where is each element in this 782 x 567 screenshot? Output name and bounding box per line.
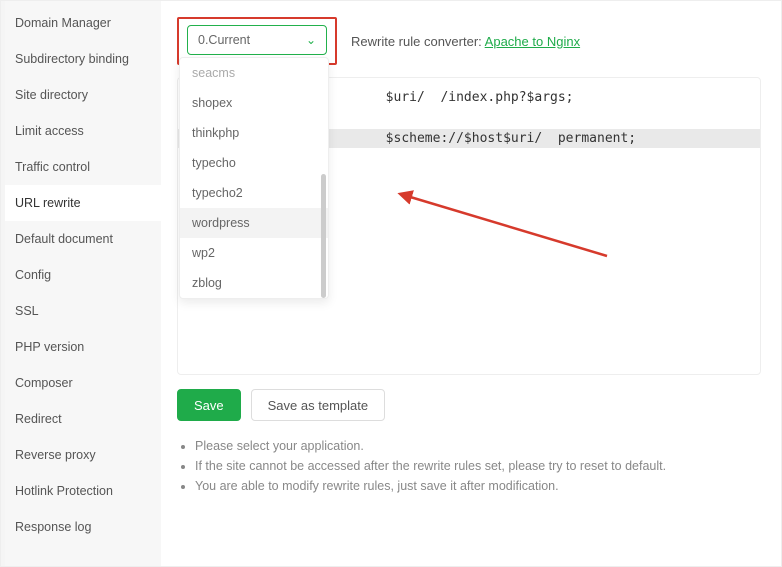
sidebar-item-ssl[interactable]: SSL [1,293,161,329]
sidebar: Domain Manager Subdirectory binding Site… [1,1,161,566]
sidebar-item-limit-access[interactable]: Limit access [1,113,161,149]
sidebar-item-hotlink-protection[interactable]: Hotlink Protection [1,473,161,509]
dropdown-item[interactable]: wp2 [180,238,328,268]
dropdown-item[interactable]: typecho [180,148,328,178]
dropdown-item[interactable]: zblog [180,268,328,298]
dropdown-item[interactable]: seacms [180,58,328,88]
sidebar-item-response-log[interactable]: Response log [1,509,161,545]
dropdown-item[interactable]: shopex [180,88,328,118]
sidebar-item-default-document[interactable]: Default document [1,221,161,257]
sidebar-item-subdirectory-binding[interactable]: Subdirectory binding [1,41,161,77]
notes: Please select your application. If the s… [177,439,761,493]
sidebar-item-traffic-control[interactable]: Traffic control [1,149,161,185]
apache-to-nginx-link[interactable]: Apache to Nginx [485,34,580,49]
template-dropdown: seacms shopex thinkphp typecho typecho2 … [179,57,329,299]
sidebar-item-reverse-proxy[interactable]: Reverse proxy [1,437,161,473]
sidebar-item-php-version[interactable]: PHP version [1,329,161,365]
note-item: If the site cannot be accessed after the… [195,459,761,473]
dropdown-scrollbar[interactable] [321,174,326,298]
sidebar-item-domain-manager[interactable]: Domain Manager [1,5,161,41]
main-panel: 0.Current ⌄ Rewrite rule converter: Apac… [161,1,781,566]
chevron-down-icon: ⌄ [306,33,316,47]
note-item: You are able to modify rewrite rules, ju… [195,479,761,493]
converter-label: Rewrite rule converter: Apache to Nginx [351,34,580,49]
note-item: Please select your application. [195,439,761,453]
sidebar-item-composer[interactable]: Composer [1,365,161,401]
save-button[interactable]: Save [177,389,241,421]
sidebar-item-redirect[interactable]: Redirect [1,401,161,437]
sidebar-item-config[interactable]: Config [1,257,161,293]
sidebar-item-url-rewrite[interactable]: URL rewrite [1,185,161,221]
dropdown-item-wordpress[interactable]: wordpress [180,208,328,238]
sidebar-item-site-directory[interactable]: Site directory [1,77,161,113]
select-value: 0.Current [198,33,250,47]
dropdown-item[interactable]: typecho2 [180,178,328,208]
dropdown-item[interactable]: thinkphp [180,118,328,148]
save-as-template-button[interactable]: Save as template [251,389,385,421]
rewrite-template-select[interactable]: 0.Current ⌄ [187,25,327,55]
